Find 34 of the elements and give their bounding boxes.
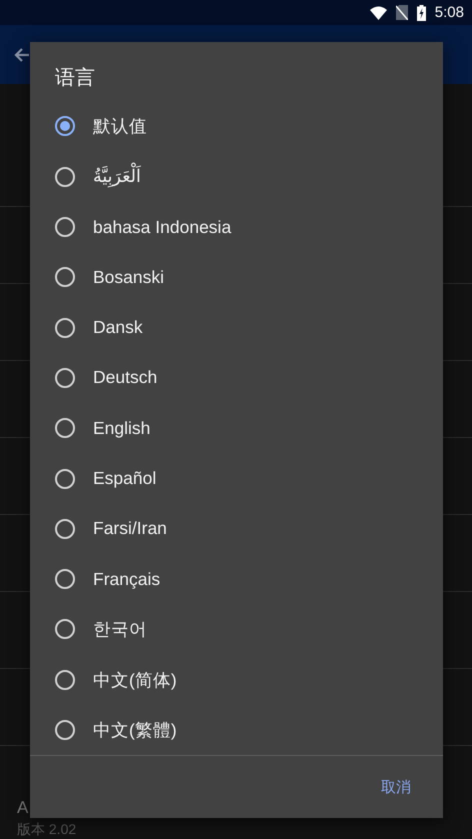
language-option[interactable]: 中文(繁體) xyxy=(93,718,177,742)
language-option[interactable]: bahasa Indonesia xyxy=(93,216,232,238)
language-option[interactable]: Dansk xyxy=(93,317,143,338)
radio-button[interactable] xyxy=(55,166,75,187)
battery-charging-icon xyxy=(416,4,426,20)
radio-button[interactable] xyxy=(55,267,75,288)
radio-button[interactable] xyxy=(55,619,75,640)
radio-button[interactable] xyxy=(55,720,75,740)
radio-button[interactable] xyxy=(55,569,75,590)
radio-button[interactable] xyxy=(55,468,75,489)
language-option[interactable]: Bosanski xyxy=(93,266,164,288)
radio-button[interactable] xyxy=(55,418,75,438)
setting-summary: 版本 2.02 xyxy=(17,821,76,839)
radio-button[interactable] xyxy=(55,318,75,338)
language-option[interactable]: Español xyxy=(93,468,156,490)
radio-button[interactable] xyxy=(55,116,75,136)
clock: 5:08 xyxy=(434,4,464,21)
dialog-title: 语言 xyxy=(54,66,96,91)
setting-title: A xyxy=(17,798,28,818)
radio-button[interactable] xyxy=(55,217,75,238)
radio-button[interactable] xyxy=(55,670,75,690)
back-icon[interactable] xyxy=(14,46,30,62)
language-option[interactable]: 中文(简体) xyxy=(93,668,177,692)
no-sim-icon xyxy=(396,5,408,20)
cancel-button[interactable]: 取消 xyxy=(373,770,419,805)
language-option[interactable]: English xyxy=(93,418,150,439)
radio-button[interactable] xyxy=(55,518,75,539)
language-option[interactable]: Farsi/Iran xyxy=(93,518,167,540)
language-option[interactable]: Français xyxy=(93,568,160,590)
language-option[interactable]: 한국어 xyxy=(93,617,147,642)
wifi-icon xyxy=(370,6,387,20)
radio-button[interactable] xyxy=(55,368,75,388)
language-option[interactable]: Deutsch xyxy=(93,367,158,388)
language-option[interactable]: 默认值 xyxy=(93,114,147,138)
